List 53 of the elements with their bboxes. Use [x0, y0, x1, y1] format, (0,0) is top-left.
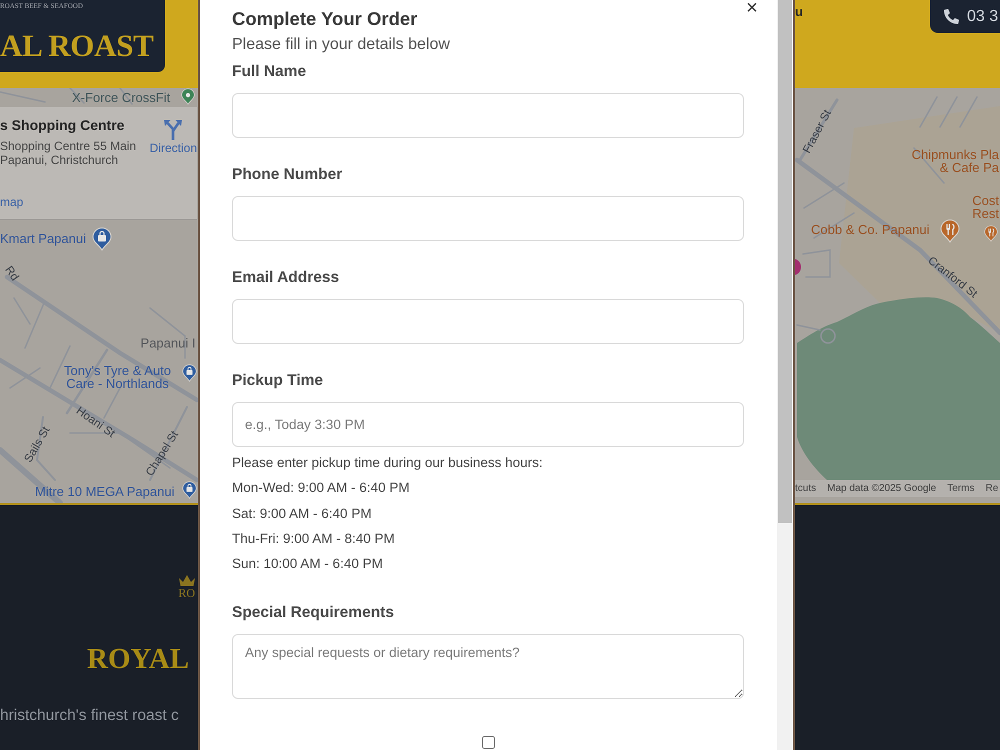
- phone-icon: [944, 9, 959, 24]
- field-label: Special Requirements: [232, 603, 394, 624]
- attribution-link[interactable]: Terms: [947, 482, 974, 494]
- textarea-field[interactable]: Any special requests or dietary requirements?: [232, 634, 744, 700]
- directions-link[interactable]: Direction: [150, 118, 197, 155]
- lock-pin-icon[interactable]: [92, 227, 112, 251]
- place-label: Cost Rest: [972, 194, 999, 220]
- hours-text: Mon-Wed: 9:00 AM - 6:40 PM: [232, 479, 410, 498]
- map-data-text: Map data ©2025 Google: [827, 482, 936, 494]
- fork-knife-pin-icon[interactable]: [940, 219, 960, 243]
- footer-tagline: hristchurch's finest roast c: [0, 706, 179, 726]
- field-label: Full Name: [232, 62, 306, 82]
- input-field[interactable]: e.g., Today 3:30 PM: [232, 402, 744, 447]
- hours-text: Sun: 10:00 AM - 6:40 PM: [232, 555, 383, 574]
- attribution-link[interactable]: tcuts: [795, 482, 816, 494]
- help-text: Please enter pickup time during our business hours:: [232, 454, 543, 472]
- street-label: Rd: [1, 264, 21, 284]
- field-label: Email Address: [232, 268, 340, 288]
- footer-logo-text: RO: [178, 586, 195, 600]
- dialog-subtitle: Please fill in your details below: [232, 35, 450, 55]
- place-label: Chipmunks Pla & Cafe Pa: [912, 148, 999, 174]
- input-field[interactable]: [232, 93, 744, 138]
- footer-wordmark: ROYAL: [87, 642, 190, 676]
- fork-knife-pin-icon[interactable]: [984, 225, 998, 242]
- place-label: Tony's Tyre & Auto Care - Northlands: [64, 364, 172, 390]
- input-field[interactable]: [232, 299, 744, 344]
- phone-button[interactable]: 03 3: [930, 0, 1000, 33]
- crown-icon: [178, 575, 195, 586]
- nav-link[interactable]: u: [795, 5, 803, 19]
- hours-text: Thu-Fri: 9:00 AM - 8:40 PM: [232, 530, 395, 548]
- place-label: Kmart Papanui: [0, 232, 86, 245]
- place-address: Shopping Centre 55 Main Papanui, Christchurch: [0, 139, 136, 167]
- attribution-link[interactable]: Re: [985, 482, 998, 494]
- directions-icon: [164, 118, 182, 140]
- place-title: s Shopping Centre: [0, 116, 124, 134]
- scrollbar-thumb[interactable]: [778, 0, 792, 523]
- checkbox[interactable]: [482, 736, 494, 750]
- lock-pin-icon[interactable]: [182, 481, 197, 499]
- close-button[interactable]: ×: [745, 0, 759, 15]
- view-map-link[interactable]: map: [0, 195, 24, 209]
- hours-text: Sat: 9:00 AM - 6:40 PM: [232, 504, 372, 523]
- place-label: Mitre 10 MEGA Papanui: [35, 485, 174, 498]
- place-label: Cobb & Co. Papanui: [811, 223, 930, 236]
- scrollbar[interactable]: [777, 0, 793, 750]
- map-pin-icon[interactable]: [181, 88, 195, 105]
- lock-pin-icon[interactable]: [182, 364, 197, 382]
- field-label: Pickup Time: [232, 371, 324, 391]
- place-label: X-Force CrossFit: [72, 91, 170, 104]
- dialog-title: Complete Your Order: [232, 7, 418, 31]
- logo-wordmark: AL ROAST: [0, 29, 154, 63]
- place-label: Papanui I: [140, 336, 196, 350]
- field-label: Phone Number: [232, 165, 342, 185]
- input-field[interactable]: [232, 196, 744, 241]
